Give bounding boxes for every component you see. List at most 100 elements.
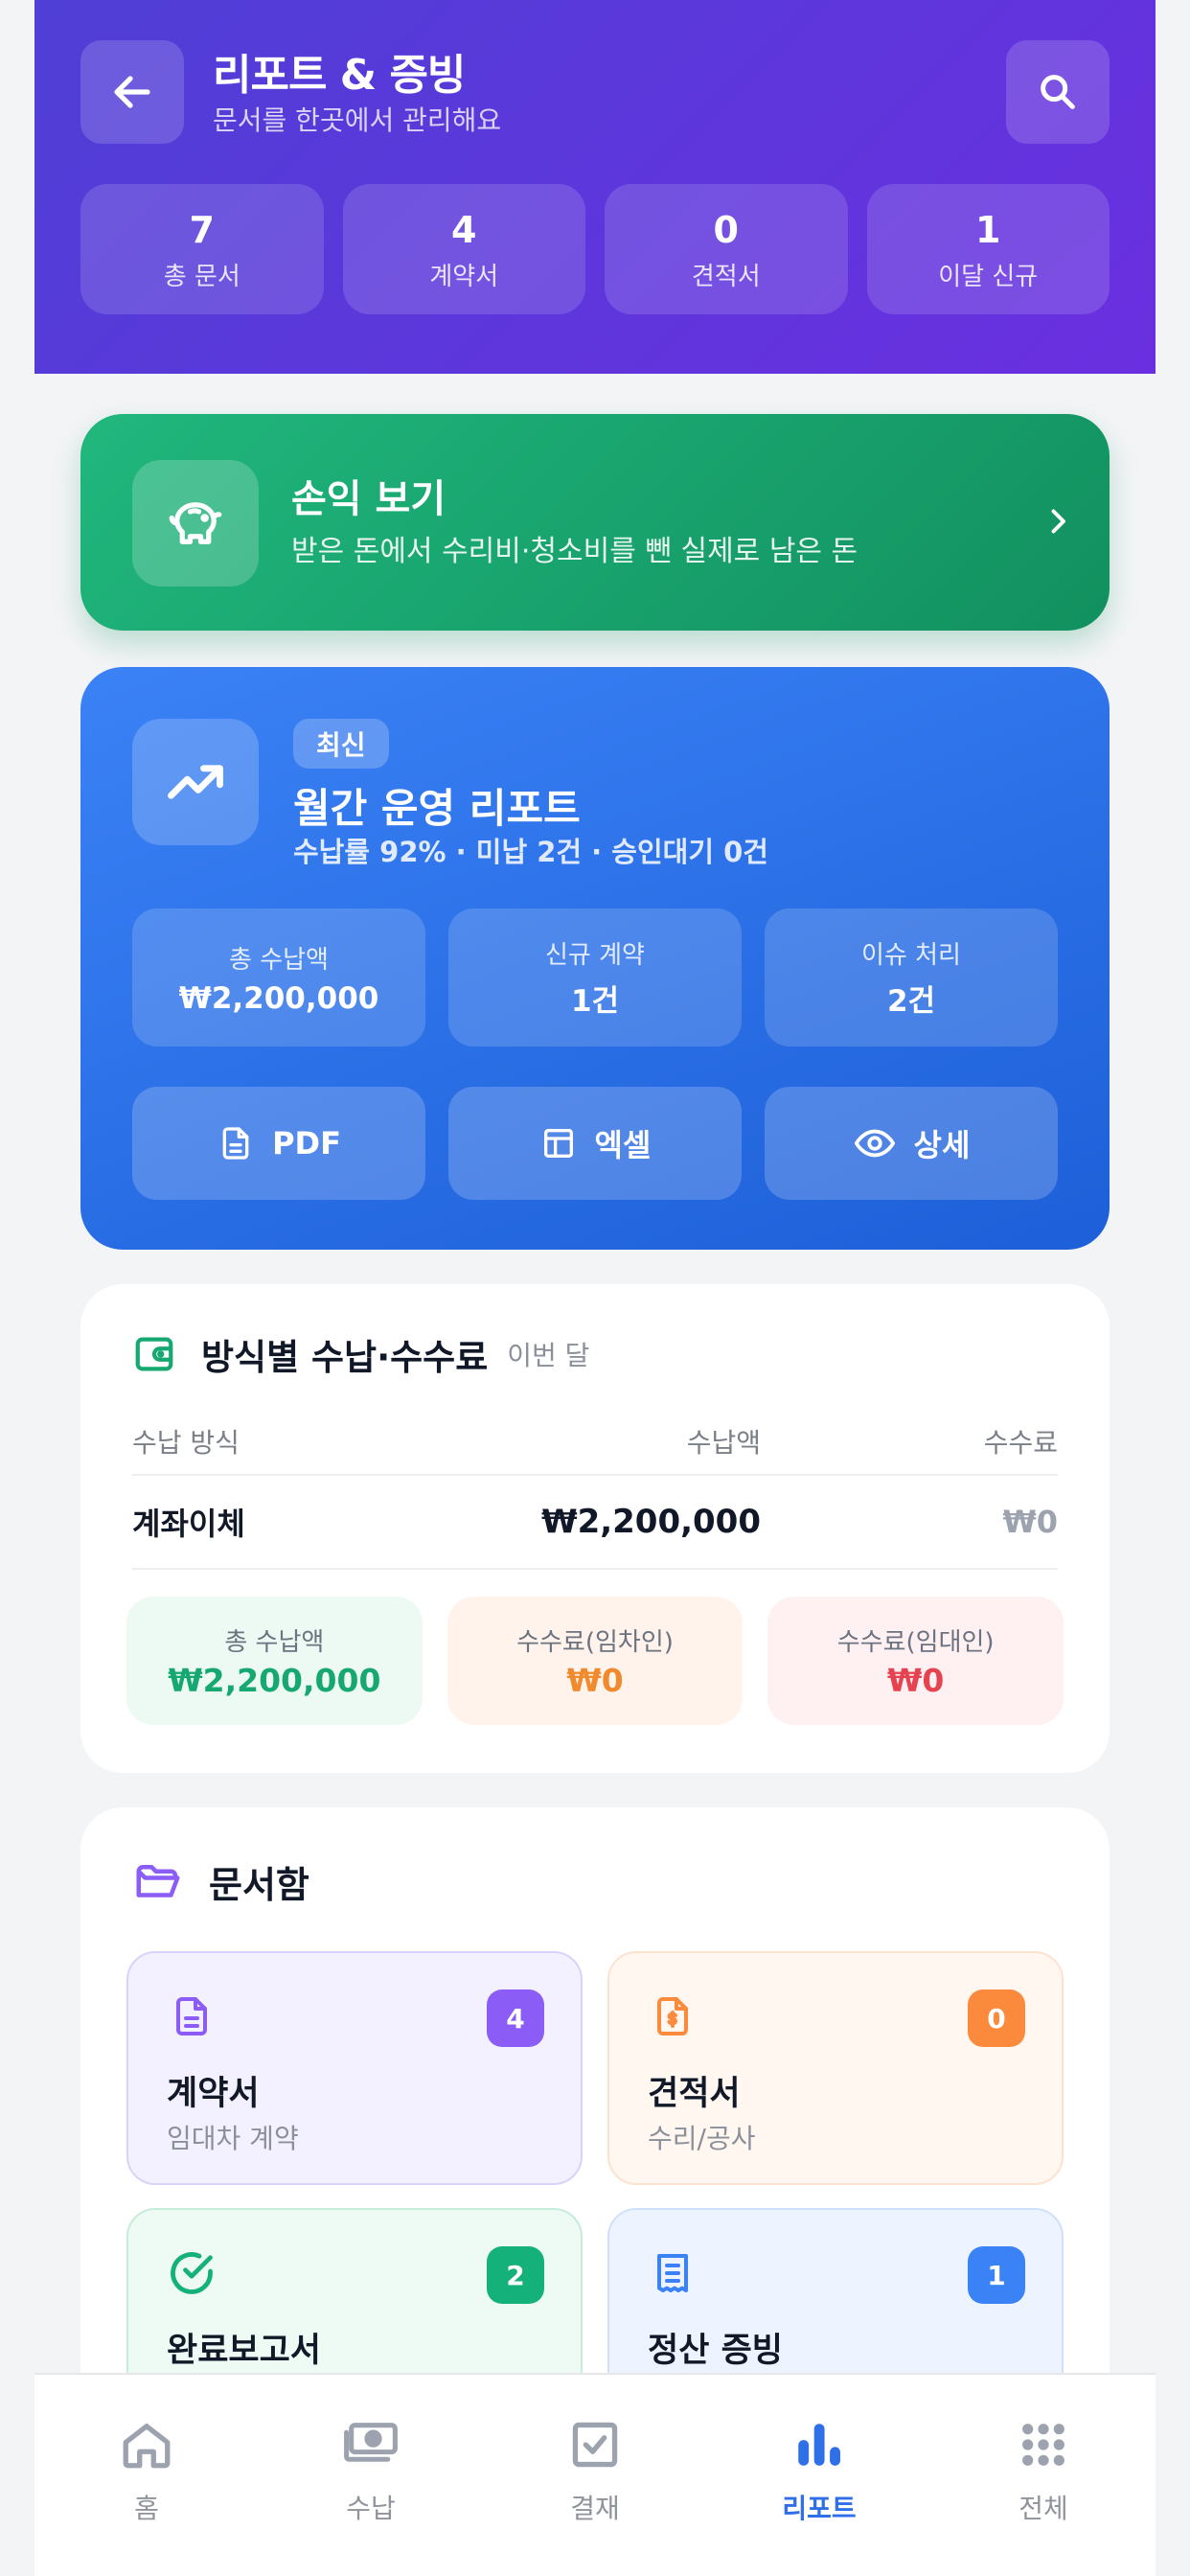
count-badge: 0 <box>968 1990 1025 2047</box>
excel-button[interactable]: 엑셀 <box>448 1087 742 1200</box>
card-period: 이번 달 <box>507 1340 590 1371</box>
report-subtitle: 수납률 92% · 미납 2건 · 승인대기 0건 <box>293 836 768 868</box>
doc-folder-estimates[interactable]: 0 견적서 수리/공사 <box>607 1951 1064 2185</box>
column-header: 수납 방식 <box>132 1427 240 1459</box>
amount-cell: ₩2,200,000 <box>541 1503 761 1541</box>
summary-value: ₩0 <box>886 1662 945 1699</box>
fee-cell: ₩0 <box>1002 1504 1058 1540</box>
approval-icon <box>563 2413 627 2476</box>
app-screen: 리포트 & 증빙 문서를 한곳에서 관리해요 7 총 문서 4 계약서 0 견적… <box>34 0 1156 2576</box>
chevron-right-icon <box>1039 502 1077 540</box>
receipt-icon <box>648 2248 698 2298</box>
card-header: 방식별 수납·수수료 이번 달 <box>132 1328 589 1380</box>
stat-label: 총 수납액 <box>229 945 329 975</box>
folder-title: 완료보고서 <box>167 2332 322 2370</box>
eye-icon <box>854 1129 895 1158</box>
folder-subtitle: 수리/공사 <box>648 2123 756 2154</box>
page-title: 리포트 & 증빙 <box>213 51 466 100</box>
methods-summary: 총 수납액 ₩2,200,000 수수료(임차인) ₩0 수수료(임대인) ₩0 <box>126 1597 1064 1725</box>
home-icon <box>115 2413 178 2476</box>
detail-label: 상세 <box>913 1127 971 1163</box>
report-stats: 총 수납액 ₩2,200,000 신규 계약 1건 이슈 처리 2건 <box>132 908 1058 1046</box>
header-stats: 7 총 문서 4 계약서 0 견적서 1 이달 신규 <box>80 184 1110 314</box>
table-header: 수납 방식 수납액 수수료 <box>132 1409 1058 1476</box>
stat-estimates: 0 견적서 <box>605 184 848 314</box>
nav-label: 리포트 <box>782 2493 857 2524</box>
nav-item-approval[interactable]: 결재 <box>483 2375 707 2576</box>
stat-contracts: 4 계약서 <box>342 184 585 314</box>
column-header: 수납액 <box>686 1427 761 1459</box>
count-badge: 1 <box>968 2246 1025 2304</box>
stat-label: 계약서 <box>429 262 499 291</box>
summary-label: 수수료(임대인) <box>836 1628 995 1657</box>
stat-label: 총 문서 <box>163 262 240 291</box>
document-icon <box>167 1991 217 2041</box>
nav-item-all[interactable]: 전체 <box>931 2375 1156 2576</box>
folder-title: 정산 증빙 <box>648 2332 783 2370</box>
stat-value: 0 <box>713 208 739 251</box>
pdf-button[interactable]: PDF <box>132 1087 425 1200</box>
method-cell: 계좌이체 <box>132 1506 245 1542</box>
doc-folder-contracts[interactable]: 4 계약서 임대차 계약 <box>126 1951 583 2185</box>
summary-value: ₩2,200,000 <box>168 1662 381 1699</box>
stat-value: 2건 <box>886 984 936 1019</box>
check-circle-icon <box>167 2248 217 2298</box>
report-stat-new-contracts: 신규 계약 1건 <box>448 908 742 1046</box>
stat-value: ₩2,200,000 <box>178 980 379 1016</box>
stat-value: 4 <box>451 208 477 251</box>
table-row: 계좌이체 ₩2,200,000 ₩0 <box>132 1476 1058 1570</box>
monthly-report-card: 최신 월간 운영 리포트 수납률 92% · 미납 2건 · 승인대기 0건 총… <box>80 667 1110 1250</box>
folder-open-icon <box>136 1864 180 1898</box>
wallet-icon <box>135 1337 173 1371</box>
latest-badge: 최신 <box>293 719 389 769</box>
summary-fee-landlord: 수수료(임대인) ₩0 <box>767 1597 1064 1725</box>
stat-total-docs: 7 총 문서 <box>80 184 324 314</box>
column-header: 수수료 <box>983 1427 1058 1459</box>
card-header: 문서함 <box>132 1855 309 1908</box>
folder-subtitle: 임대차 계약 <box>167 2123 299 2154</box>
file-icon <box>222 1127 249 1160</box>
invoice-icon <box>648 1991 698 2041</box>
nav-label: 수납 <box>346 2493 396 2524</box>
nav-item-payments[interactable]: 수납 <box>259 2375 483 2576</box>
nav-label: 홈 <box>134 2493 159 2524</box>
piggy-bank-icon <box>132 460 259 586</box>
table-icon <box>543 1129 573 1158</box>
grid-icon <box>1012 2413 1075 2476</box>
nav-label: 결재 <box>570 2493 620 2524</box>
summary-label: 총 수납액 <box>224 1628 325 1657</box>
stat-label: 이슈 처리 <box>861 941 961 970</box>
search-button[interactable] <box>1006 40 1110 144</box>
count-badge: 2 <box>487 2246 544 2304</box>
money-icon <box>339 2413 402 2476</box>
folder-title: 계약서 <box>167 2075 260 2113</box>
stat-value: 1건 <box>570 984 620 1019</box>
page-header: 리포트 & 증빙 문서를 한곳에서 관리해요 7 총 문서 4 계약서 0 견적… <box>34 0 1156 374</box>
search-icon <box>1041 75 1075 109</box>
pdf-label: PDF <box>272 1125 341 1162</box>
summary-label: 수수료(임차인) <box>516 1628 674 1657</box>
stat-value: 1 <box>975 208 1001 251</box>
back-button[interactable] <box>80 40 184 144</box>
card-title: 문서함 <box>209 1864 309 1906</box>
arrow-left-icon <box>114 76 150 108</box>
stat-label: 견적서 <box>691 262 761 291</box>
detail-button[interactable]: 상세 <box>765 1087 1058 1200</box>
card-title: 방식별 수납·수수료 <box>201 1337 489 1378</box>
stat-label: 이달 신규 <box>938 262 1039 291</box>
stat-label: 신규 계약 <box>545 941 645 970</box>
nav-item-report[interactable]: 리포트 <box>707 2375 931 2576</box>
folder-title: 견적서 <box>648 2075 741 2113</box>
nav-item-home[interactable]: 홈 <box>34 2375 259 2576</box>
stat-new-this-month: 1 이달 신규 <box>866 184 1110 314</box>
report-stat-issues: 이슈 처리 2건 <box>765 908 1058 1046</box>
profit-title: 손익 보기 <box>291 477 446 521</box>
summary-value: ₩0 <box>566 1662 624 1699</box>
page-subtitle: 문서를 한곳에서 관리해요 <box>213 104 502 136</box>
methods-table: 수납 방식 수납액 수수료 계좌이체 ₩2,200,000 ₩0 <box>132 1409 1058 1570</box>
profit-card[interactable]: 손익 보기 받은 돈에서 수리비·청소비를 뺀 실제로 남은 돈 <box>80 414 1110 631</box>
report-stat-total-collected: 총 수납액 ₩2,200,000 <box>132 908 425 1046</box>
payment-methods-card: 방식별 수납·수수료 이번 달 수납 방식 수납액 수수료 계좌이체 ₩2,20… <box>80 1284 1110 1773</box>
stat-value: 7 <box>189 208 215 251</box>
count-badge: 4 <box>487 1990 544 2047</box>
